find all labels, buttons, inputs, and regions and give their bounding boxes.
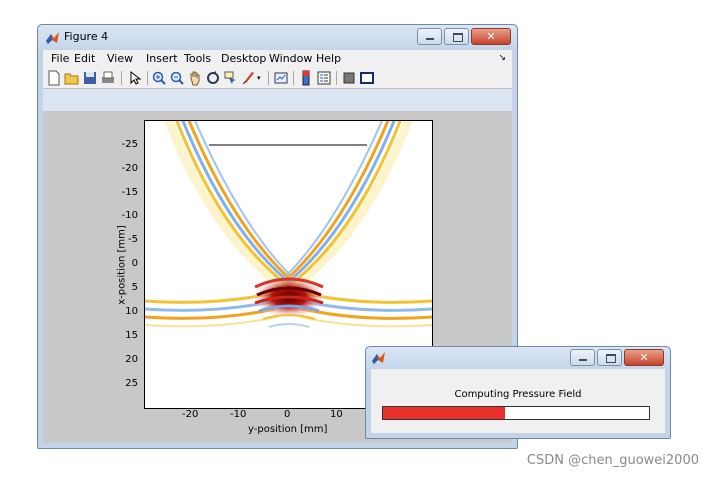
zoom-in-icon[interactable] [151, 70, 167, 86]
dialog-client-area: Computing Pressure Field [371, 369, 665, 433]
y-tick-label: -20 [121, 163, 138, 174]
y-tick-label: 0 [131, 258, 138, 269]
minimize-icon [579, 359, 587, 361]
dialog-maximize-button[interactable] [597, 349, 622, 366]
x-tick-label: -10 [230, 409, 247, 420]
data-cursor-icon[interactable] [223, 70, 239, 86]
dialog-titlebar[interactable]: ✕ [366, 347, 670, 369]
y-tick-label: -5 [128, 234, 138, 245]
save-icon[interactable] [82, 70, 98, 86]
menu-overflow-icon[interactable]: ↘ [498, 53, 506, 63]
rotate-3d-icon[interactable] [205, 70, 221, 86]
x-tick-label: 10 [330, 409, 343, 420]
maximize-icon [606, 354, 616, 363]
pan-hand-icon[interactable] [187, 70, 203, 86]
toolbar: ▾ [43, 68, 512, 89]
matlab-logo-icon [372, 352, 385, 364]
y-tick-label: 10 [125, 306, 138, 317]
y-tick-label: 5 [131, 282, 138, 293]
brush-dropdown-icon[interactable]: ▾ [257, 70, 265, 86]
y-tick-label: 25 [125, 378, 138, 389]
progress-message: Computing Pressure Field [454, 389, 582, 400]
link-plot-icon[interactable] [273, 70, 289, 86]
show-plot-tools-icon[interactable] [359, 70, 375, 86]
x-axis-label: y-position [mm] [248, 424, 328, 435]
y-tick-label: -25 [121, 139, 138, 150]
toolbar-separator [268, 71, 269, 85]
toolbar-separator [293, 71, 294, 85]
x-tick-label: -20 [182, 409, 199, 420]
y-tick-label: 15 [125, 330, 138, 341]
zoom-out-icon[interactable] [169, 70, 185, 86]
dialog-close-button[interactable]: ✕ [624, 349, 664, 366]
brush-icon[interactable] [241, 70, 257, 86]
menu-help[interactable]: Help [316, 52, 341, 65]
y-tick-label: -10 [121, 210, 138, 221]
colorbar-icon[interactable] [298, 70, 314, 86]
y-axis-label: x-position [mm] [116, 225, 128, 305]
legend-icon[interactable] [316, 70, 332, 86]
menu-tools[interactable]: Tools [184, 52, 211, 65]
menu-view[interactable]: View [107, 52, 133, 65]
x-tick-label: 0 [284, 409, 291, 420]
select-arrow-icon[interactable] [127, 70, 143, 86]
progress-bar-fill [383, 407, 506, 419]
close-button[interactable]: ✕ [471, 28, 511, 45]
close-icon: ✕ [639, 351, 649, 364]
open-file-icon[interactable] [64, 70, 80, 86]
new-figure-icon[interactable] [46, 70, 62, 86]
minimize-button[interactable] [417, 28, 442, 45]
toolbar-separator [336, 71, 337, 85]
hide-plot-tools-icon[interactable] [341, 70, 357, 86]
print-icon[interactable] [100, 70, 116, 86]
progress-dialog: ✕ Computing Pressure Field [365, 346, 671, 439]
menu-file[interactable]: File [51, 52, 69, 65]
y-tick-label: -15 [121, 187, 138, 198]
maximize-icon [453, 33, 463, 42]
matlab-logo-icon [46, 32, 59, 44]
progress-bar [382, 406, 650, 420]
watermark-text: CSDN @chen_guowei2000 [526, 453, 699, 468]
dialog-minimize-button[interactable] [570, 349, 595, 366]
figure-titlebar[interactable]: Figure 4 ✕ [38, 25, 517, 50]
window-title: Figure 4 [64, 30, 109, 43]
close-icon: ✕ [486, 30, 496, 43]
menu-desktop[interactable]: Desktop [221, 52, 266, 65]
y-tick-label: 20 [125, 354, 138, 365]
menu-insert[interactable]: Insert [146, 52, 178, 65]
toolbar-separator [147, 71, 148, 85]
maximize-button[interactable] [444, 28, 469, 45]
menu-window[interactable]: Window [269, 52, 312, 65]
toolbar-separator [121, 71, 122, 85]
menu-edit[interactable]: Edit [74, 52, 95, 65]
figure-header-strip [43, 89, 512, 111]
menu-bar: File Edit View Insert Tools Desktop Wind… [43, 50, 512, 68]
minimize-icon [426, 38, 434, 40]
